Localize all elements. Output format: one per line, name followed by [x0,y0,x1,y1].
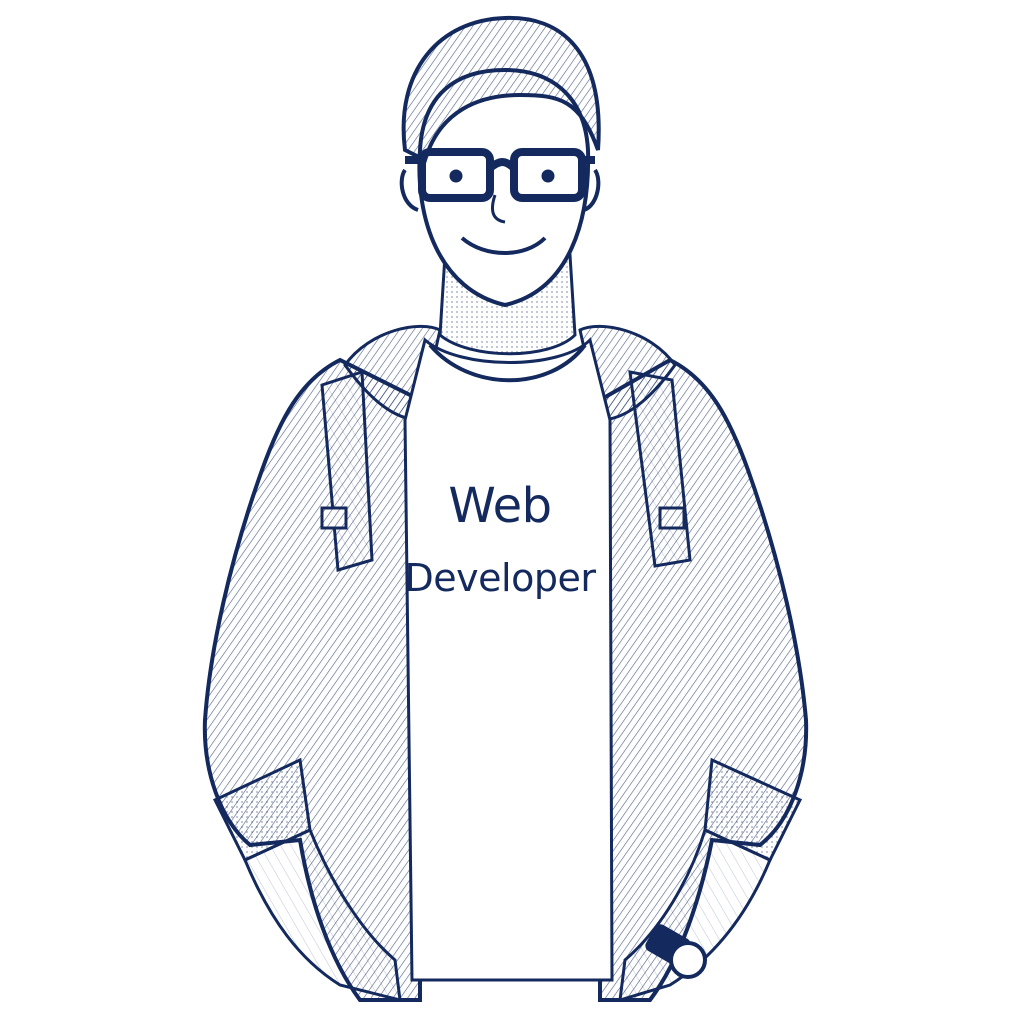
shirt-text-web: Web [448,478,552,534]
developer-illustration: Web Developer [0,0,1024,1024]
shirt-text-developer: Developer [404,556,596,600]
t-shirt [403,337,614,982]
